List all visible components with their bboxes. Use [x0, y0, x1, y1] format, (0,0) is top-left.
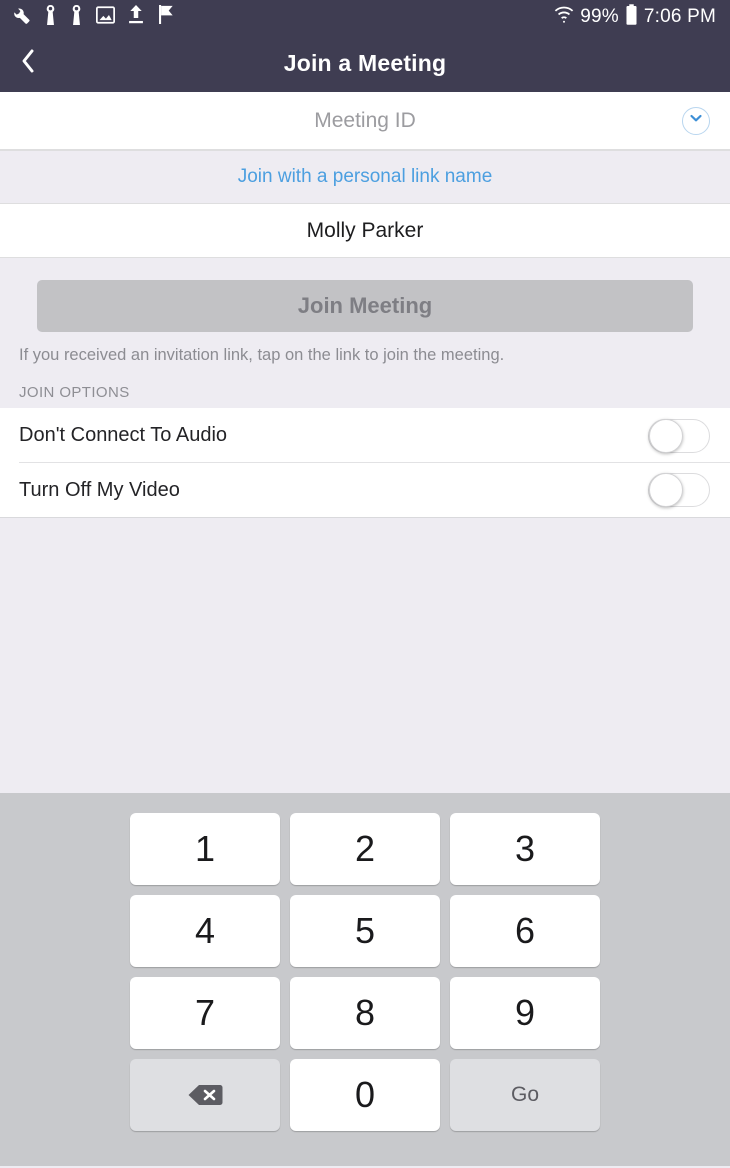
meeting-id-input[interactable] — [105, 108, 625, 133]
key-5[interactable]: 5 — [290, 895, 440, 967]
join-meeting-button[interactable]: Join Meeting — [37, 280, 693, 332]
keypad-row: 4 5 6 — [0, 895, 730, 967]
key-8[interactable]: 8 — [290, 977, 440, 1049]
personal-link-row[interactable]: Join with a personal link name — [0, 150, 730, 204]
key-7[interactable]: 7 — [130, 977, 280, 1049]
battery-full-icon — [625, 3, 638, 31]
wifi-icon — [554, 5, 574, 30]
personal-link-label[interactable]: Join with a personal link name — [238, 166, 493, 188]
join-meeting-screen: 99% 7:06 PM Join a Meeting Meeting ID Jo… — [0, 0, 730, 1168]
flag-check-icon — [157, 5, 174, 29]
chevron-down-circle-icon — [689, 111, 703, 130]
key-backspace[interactable] — [130, 1059, 280, 1131]
image-icon — [96, 5, 115, 29]
nav-bar: Join a Meeting — [0, 34, 730, 92]
meeting-id-dropdown-button[interactable] — [682, 106, 710, 135]
toggle-knob — [649, 473, 683, 507]
toggle-knob — [649, 418, 683, 453]
option-row-dont-connect-audio[interactable]: Don't Connect To Audio — [0, 408, 730, 463]
content-spacer — [0, 518, 730, 793]
battery-percentage: 99% — [580, 6, 619, 27]
status-bar-icons — [12, 4, 174, 30]
option-label: Don't Connect To Audio — [19, 424, 228, 446]
display-name-row[interactable] — [0, 204, 730, 258]
status-bar: 99% 7:06 PM — [0, 0, 730, 34]
key-3[interactable]: 3 — [450, 813, 600, 885]
backspace-icon — [187, 1074, 223, 1116]
toggle-turn-off-video[interactable] — [648, 473, 710, 507]
key-6[interactable]: 6 — [450, 895, 600, 967]
option-label: Turn Off My Video — [19, 478, 180, 501]
key-0[interactable]: 0 — [290, 1059, 440, 1131]
key-2[interactable]: 2 — [290, 813, 440, 885]
toggle-dont-connect-audio[interactable] — [648, 418, 710, 453]
key-9[interactable]: 9 — [450, 977, 600, 1049]
status-bar-right: 99% 7:06 PM — [554, 3, 716, 31]
upload-icon — [128, 5, 144, 29]
key-go[interactable]: Go — [450, 1059, 600, 1131]
keypad-row: 7 8 9 — [0, 977, 730, 1049]
numeric-keypad: 1 2 3 4 5 6 7 8 9 0 Go — [0, 793, 730, 1166]
wrench-icon — [12, 5, 31, 29]
join-button-container: Join Meeting — [0, 258, 730, 332]
invitation-hint-text: If you received an invitation link, tap … — [0, 332, 730, 365]
back-button[interactable] — [4, 34, 52, 92]
key-1[interactable]: 1 — [130, 813, 280, 885]
page-title: Join a Meeting — [283, 49, 447, 76]
status-bar-clock: 7:06 PM — [643, 6, 716, 27]
chevron-left-icon — [20, 48, 36, 79]
keypad-row: 1 2 3 — [0, 813, 730, 885]
meeting-id-row[interactable] — [0, 92, 730, 150]
join-options-section-header: JOIN OPTIONS — [0, 365, 730, 408]
key-icon — [70, 4, 83, 30]
option-row-turn-off-video[interactable]: Turn Off My Video — [0, 463, 730, 518]
display-name-input[interactable] — [105, 218, 625, 243]
key-icon — [44, 4, 57, 30]
key-4[interactable]: 4 — [130, 895, 280, 967]
keypad-row: 0 Go — [0, 1059, 730, 1131]
